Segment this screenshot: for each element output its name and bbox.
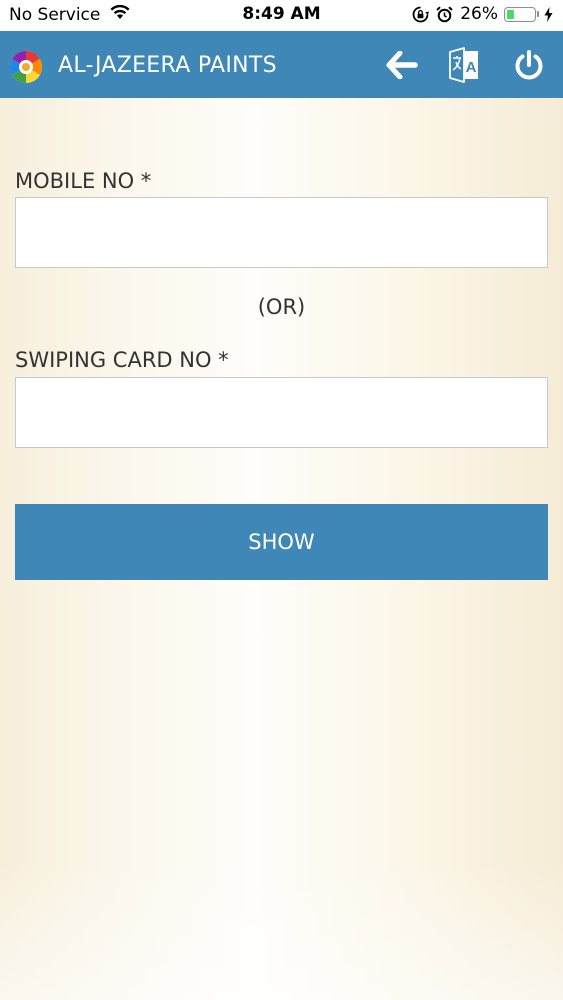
power-icon xyxy=(513,49,545,81)
charging-bolt-icon xyxy=(544,6,553,22)
mobile-no-input[interactable] xyxy=(15,197,548,268)
battery-level-fill xyxy=(507,9,514,19)
swiping-card-no-label: SWIPING CARD NO * xyxy=(15,348,229,372)
alarm-icon xyxy=(436,5,453,23)
battery-percent: 26% xyxy=(460,4,498,24)
translate-button[interactable]: A xyxy=(444,45,484,85)
svg-text:A: A xyxy=(466,59,477,76)
show-button[interactable]: SHOW xyxy=(15,504,548,580)
paint-color-wheel-logo xyxy=(9,50,43,84)
back-button[interactable] xyxy=(382,45,422,85)
main-content: MOBILE NO * (OR) SWIPING CARD NO * SHOW xyxy=(0,98,563,1000)
translate-icon: A xyxy=(447,47,481,83)
app-header: AL-JAZEERA PAINTS A xyxy=(0,31,563,98)
or-separator: (OR) xyxy=(257,295,306,319)
battery-cap xyxy=(537,11,539,17)
arrow-left-icon xyxy=(386,51,418,79)
mobile-no-label: MOBILE NO * xyxy=(15,169,152,193)
power-button[interactable] xyxy=(509,45,549,85)
app-title: AL-JAZEERA PAINTS xyxy=(58,53,277,78)
battery-icon xyxy=(504,6,536,22)
swiping-card-no-input[interactable] xyxy=(15,377,548,448)
status-bar: No Service 8:49 AM 26% xyxy=(0,0,563,31)
orientation-lock-icon xyxy=(412,6,430,23)
status-right: 26% xyxy=(412,4,553,24)
